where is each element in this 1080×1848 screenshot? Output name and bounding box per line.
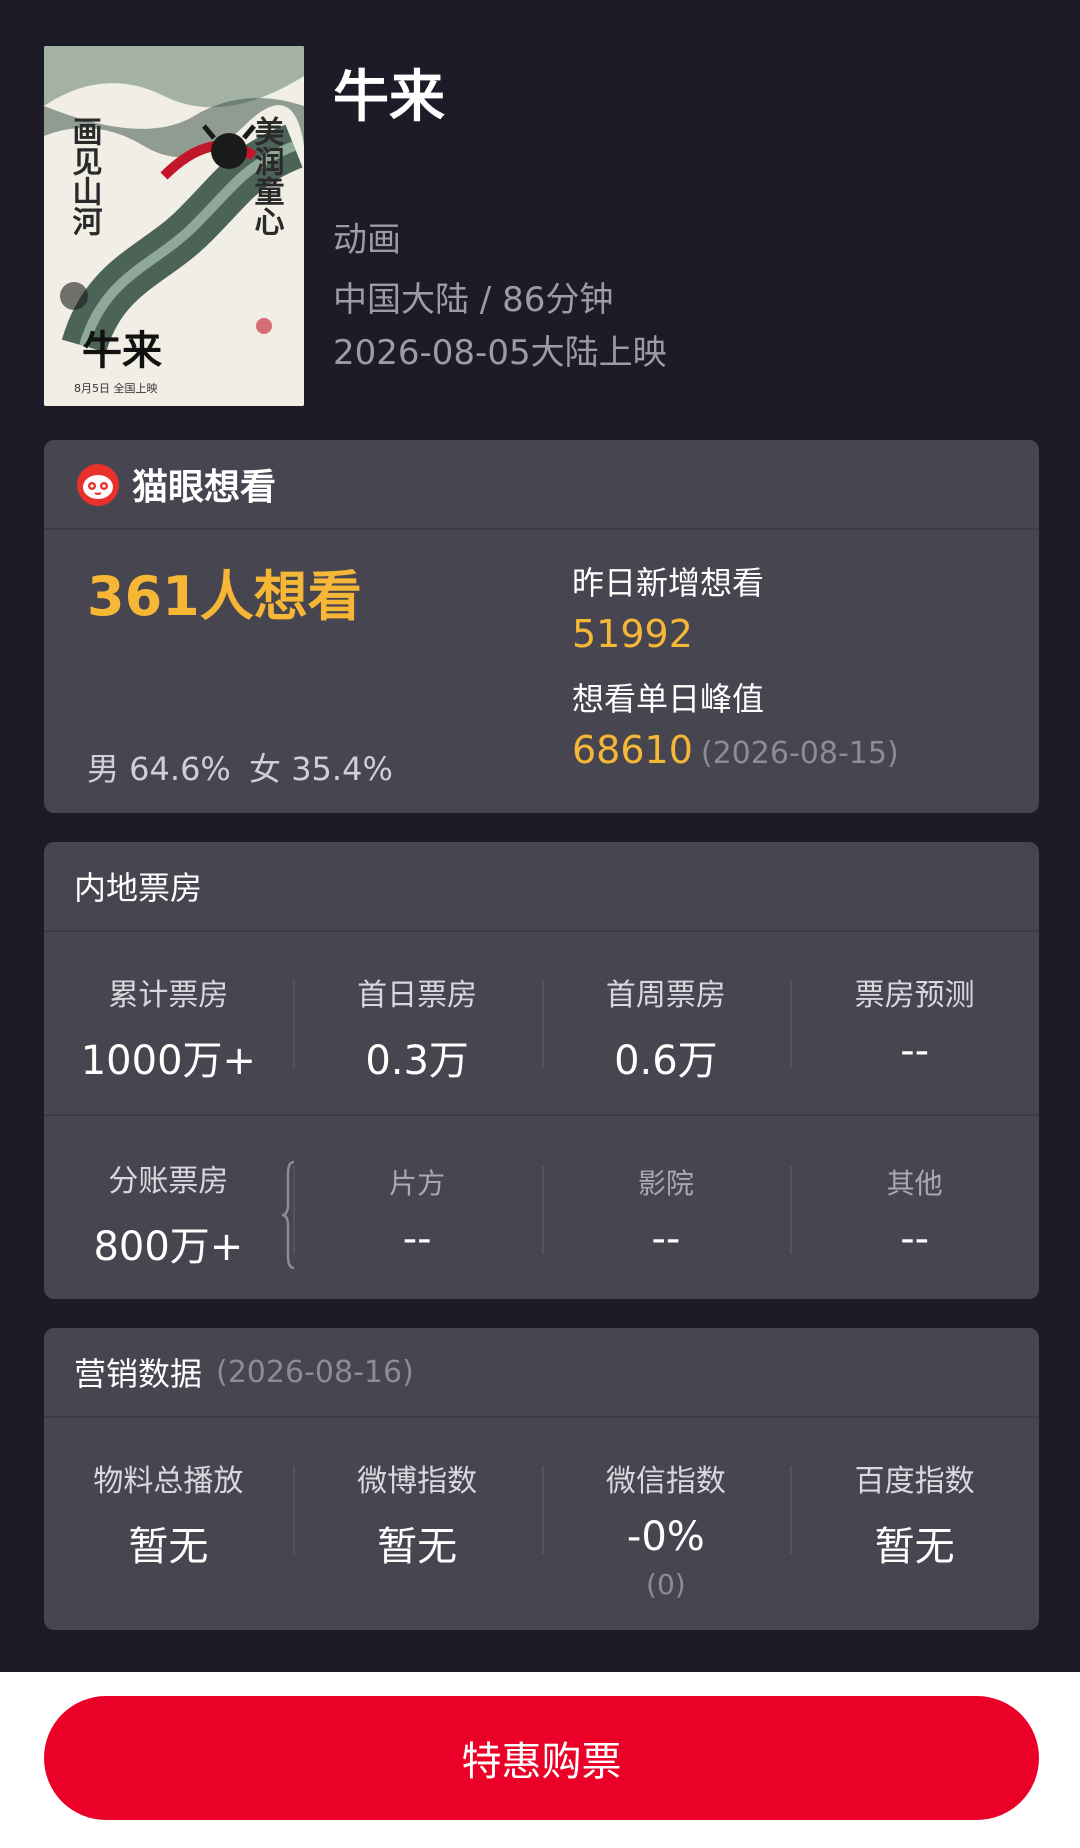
yesterday-new-want: 昨日新增想看 51992	[572, 558, 764, 656]
peak-label: 想看单日峰值	[572, 680, 765, 718]
stat-value: 1000万+	[80, 1038, 257, 1084]
stat-cinema: 影院 --	[541, 1156, 791, 1272]
stat-label: 首日票房	[357, 978, 478, 1013]
peak-value-row: 68610 (2026-08-15)	[572, 728, 899, 772]
brand-name: 猫眼想看	[132, 467, 277, 508]
peak-value: 68610	[572, 728, 693, 772]
stat-label: 分账票房	[108, 1164, 229, 1199]
stat-cumulative: 累计票房 1000万+	[44, 970, 293, 1086]
gender-ratio: 男 64.6% 女 35.4%	[87, 744, 401, 790]
stat-value: 0.3万	[365, 1038, 469, 1084]
movie-title: 牛来	[333, 65, 445, 130]
stat-label: 首周票房	[605, 978, 726, 1013]
stat-value: 0.6万	[614, 1038, 718, 1084]
bottom-bar: 特惠购票	[0, 1672, 1080, 1848]
movie-header: 画见山河 美润童心 牛来 8月5日 全国上映 牛来 动画 中国大陆 / 86分钟…	[0, 0, 1080, 430]
stat-label: 影院	[637, 1167, 694, 1200]
stat-value: 暂无	[874, 1524, 955, 1570]
stat-value: --	[900, 1028, 930, 1074]
maoyan-cat-icon	[77, 464, 119, 506]
stat-value: 暂无	[377, 1524, 458, 1570]
gender-female: 女 35.4%	[249, 750, 393, 788]
stat-value: --	[651, 1216, 681, 1262]
stat-value: 暂无	[128, 1524, 209, 1570]
stat-weibo-index: 微博指数 暂无	[292, 1456, 542, 1601]
stat-label: 微博指数	[357, 1464, 478, 1499]
stat-material-plays: 物料总播放 暂无	[44, 1456, 293, 1601]
marketing-header: 营销数据 (2026-08-16)	[44, 1328, 1039, 1418]
box-office-card[interactable]: 内地票房 累计票房 1000万+ 首日票房 0.3万 首周票房 0.6万 票房预…	[44, 842, 1039, 1299]
stat-first-week: 首周票房 0.6万	[541, 970, 791, 1086]
movie-release-date: 2026-08-05大陆上映	[333, 333, 667, 373]
buy-ticket-button[interactable]: 特惠购票	[44, 1696, 1039, 1820]
box-office-row-2: 分账票房 800万+ 片方 -- 影院 -- 其他 --	[44, 1156, 1039, 1272]
box-office-row-1: 累计票房 1000万+ 首日票房 0.3万 首周票房 0.6万 票房预测 --	[44, 970, 1039, 1086]
box-office-title: 内地票房	[74, 869, 203, 907]
split-brace-icon	[281, 1160, 295, 1270]
stat-label: 票房预测	[854, 978, 975, 1013]
want-to-see-card[interactable]: 猫眼想看 361人想看 男 64.6% 女 35.4% 昨日新增想看 51992…	[44, 440, 1039, 813]
row-divider	[44, 1114, 1039, 1116]
stat-label: 片方	[389, 1167, 446, 1200]
peak-date: (2026-08-15)	[700, 736, 899, 771]
stat-split: 分账票房 800万+	[44, 1156, 293, 1272]
want-card-header: 猫眼想看	[44, 440, 1039, 530]
stat-value: --	[900, 1216, 930, 1262]
yesterday-value: 51992	[572, 612, 693, 656]
poster-slogan-2: 画见山河	[67, 116, 103, 236]
stat-sub-value: (0)	[646, 1568, 686, 1601]
stat-producer: 片方 --	[292, 1156, 542, 1272]
stat-label: 累计票房	[108, 978, 229, 1013]
stat-first-day: 首日票房 0.3万	[292, 970, 542, 1086]
stat-label: 微信指数	[605, 1464, 726, 1499]
poster-date: 8月5日 全国上映	[74, 381, 158, 395]
want-peak: 想看单日峰值 68610 (2026-08-15)	[572, 674, 899, 772]
movie-region-duration: 中国大陆 / 86分钟	[333, 280, 614, 320]
want-total: 361人想看	[87, 565, 362, 628]
stat-value: -0%	[626, 1514, 705, 1560]
marketing-card[interactable]: 营销数据 (2026-08-16) 物料总播放 暂无 微博指数 暂无 微信指数 …	[44, 1328, 1039, 1630]
movie-poster[interactable]: 画见山河 美润童心 牛来 8月5日 全国上映	[44, 46, 304, 406]
stat-other: 其他 --	[790, 1156, 1039, 1272]
gender-male: 男 64.6%	[87, 750, 231, 788]
box-office-header: 内地票房	[44, 842, 1039, 932]
stat-wechat-index: 微信指数 -0% (0)	[541, 1456, 791, 1601]
movie-genre: 动画	[333, 220, 401, 260]
stat-baidu-index: 百度指数 暂无	[790, 1456, 1039, 1601]
stat-label: 物料总播放	[93, 1464, 244, 1499]
marketing-title: 营销数据	[74, 1355, 203, 1393]
poster-title: 牛来	[82, 327, 162, 374]
stat-value: --	[402, 1216, 432, 1262]
poster-artwork: 画见山河 美润童心 牛来 8月5日 全国上映	[44, 46, 304, 406]
stat-label: 其他	[886, 1167, 943, 1200]
marketing-date: (2026-08-16)	[216, 1354, 414, 1390]
stat-forecast: 票房预测 --	[790, 970, 1039, 1086]
marketing-row: 物料总播放 暂无 微博指数 暂无 微信指数 -0% (0) 百度指数 暂无	[44, 1456, 1039, 1601]
yesterday-label: 昨日新增想看	[572, 564, 765, 602]
stat-label: 百度指数	[854, 1464, 975, 1499]
stat-value: 800万+	[93, 1224, 244, 1270]
poster-slogan-1: 美润童心	[249, 115, 285, 236]
